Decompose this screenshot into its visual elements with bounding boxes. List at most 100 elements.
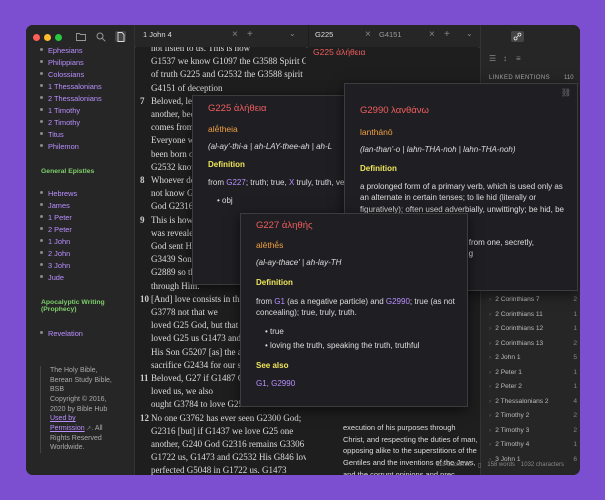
- linked-mentions-count: 110: [564, 75, 574, 81]
- chevron-right-icon[interactable]: ›: [489, 369, 491, 376]
- linked-mention-row[interactable]: › 2 Peter 1 1: [489, 369, 577, 376]
- backlinks-status: 118 backlinks: [436, 462, 472, 468]
- sidebar-item[interactable]: 1 John: [40, 237, 70, 246]
- linked-mention-count: 1: [573, 441, 577, 448]
- chevron-right-icon[interactable]: ›: [489, 412, 491, 419]
- folder-icon[interactable]: [75, 31, 86, 42]
- permission-link[interactable]: Permission: [50, 425, 85, 432]
- chevron-right-icon[interactable]: ›: [489, 354, 491, 361]
- verse-line: G1722 us, G1473 and G2532 His G846 love …: [151, 452, 306, 463]
- chevron-down-icon[interactable]: ⌄: [289, 29, 296, 38]
- verse-line: sacrifice G2434 for our sins.: [151, 359, 254, 370]
- sidebar-item[interactable]: 2 Timothy: [40, 118, 80, 127]
- linked-mention-row[interactable]: › 2 Timothy 4 1: [489, 441, 577, 448]
- chevron-right-icon[interactable]: ›: [489, 427, 491, 434]
- linked-mention-row[interactable]: › 2 Corinthians 13 2: [489, 340, 577, 347]
- sidebar-item[interactable]: 2 Thessalonians: [40, 94, 102, 103]
- popup-definition-label: Definition: [208, 160, 245, 169]
- section-heading-apocalyptic[interactable]: Apocalyptic Writing (Prophecy): [41, 299, 105, 313]
- sidebar-item[interactable]: 3 John: [40, 261, 70, 270]
- collapse-icon[interactable]: ☰: [489, 54, 496, 63]
- chevron-right-icon[interactable]: ›: [489, 383, 491, 390]
- linked-mention-row[interactable]: › 2 Timothy 2 2: [489, 412, 577, 419]
- minimize-window-button[interactable]: [44, 34, 51, 41]
- link-icon[interactable]: [511, 31, 524, 42]
- maximize-window-button[interactable]: [55, 34, 62, 41]
- popup-heading: G227 ἀληθής: [256, 220, 313, 231]
- sidebar-item[interactable]: Titus: [40, 130, 64, 139]
- open-link-icon[interactable]: ⛓: [561, 88, 571, 97]
- sidebar-item[interactable]: 2 John: [40, 249, 70, 258]
- tab-g225[interactable]: G225: [315, 30, 333, 39]
- popup-definition-text: from G1 (as a negative particle) and G29…: [256, 297, 455, 318]
- chevron-right-icon[interactable]: ›: [489, 441, 491, 448]
- close-window-button[interactable]: [33, 34, 40, 41]
- chevron-down-icon[interactable]: ⌄: [466, 29, 473, 38]
- sidebar-item[interactable]: Jude: [40, 273, 64, 282]
- close-icon[interactable]: ×: [232, 29, 238, 40]
- search-icon[interactable]: [95, 31, 106, 42]
- sidebar-item[interactable]: Revelation: [40, 329, 83, 338]
- sidebar-item[interactable]: Colossians: [40, 70, 84, 79]
- footer-line: 2020 by Bible Hub: [50, 405, 108, 413]
- sidebar-item[interactable]: James: [40, 201, 70, 210]
- linked-mention-row[interactable]: › 2 Peter 2 1: [489, 383, 577, 390]
- linked-mention-count: 5: [573, 354, 577, 361]
- linked-mention-count: 6: [573, 455, 577, 463]
- linked-mention-count: 2: [573, 296, 577, 303]
- chevron-right-icon[interactable]: ›: [489, 340, 491, 347]
- link-g2990[interactable]: G2990: [386, 297, 410, 306]
- chevron-right-icon[interactable]: ›: [489, 296, 491, 303]
- note-title: G225 ἀλήθεια: [313, 47, 366, 57]
- sort-icon[interactable]: ↕: [503, 54, 507, 63]
- new-tab-icon[interactable]: +: [444, 29, 450, 40]
- linked-mention-row[interactable]: › 2 Thessalonians 2 4: [489, 398, 577, 405]
- tab-g4151[interactable]: G4151: [379, 30, 402, 39]
- chevron-right-icon[interactable]: ›: [489, 311, 491, 318]
- sidebar-item[interactable]: 1 Peter: [40, 213, 72, 222]
- chevron-right-icon[interactable]: ›: [489, 398, 491, 405]
- linked-mention-row[interactable]: › 2 Corinthians 11 1: [489, 311, 577, 318]
- popup-pronunciation: (al-ay-thace' | ah-lay-TH: [256, 258, 342, 267]
- section-heading-general-epistles[interactable]: General Epistles: [41, 168, 94, 175]
- linked-mention-label: 2 Thessalonians 2: [495, 397, 549, 405]
- popup-transliteration: alēthḗs: [256, 240, 284, 250]
- verse-number: 12: [140, 412, 149, 423]
- hover-popup-g227: G227 ἀληθής alēthḗs (al-ay-thace' | ah-l…: [240, 213, 468, 407]
- linked-mention-count: 1: [573, 383, 577, 390]
- file-explorer-sidebar: Ephesians Philippians Colossians 1 Thess…: [26, 25, 135, 475]
- chevron-right-icon[interactable]: ›: [489, 325, 491, 332]
- sidebar-item[interactable]: 1 Timothy: [40, 106, 80, 115]
- new-tab-icon[interactable]: +: [247, 29, 253, 40]
- used-by-link[interactable]: Used by: [50, 415, 76, 422]
- sidebar-item[interactable]: Ephesians: [40, 46, 83, 55]
- close-icon[interactable]: ×: [429, 29, 435, 40]
- sidebar-item[interactable]: Philemon: [40, 142, 79, 151]
- sidebar-item[interactable]: 2 Peter: [40, 225, 72, 234]
- close-icon[interactable]: ×: [365, 29, 371, 40]
- linked-mention-row[interactable]: › 2 John 1 5: [489, 354, 577, 361]
- verse-number: 8: [140, 175, 145, 185]
- sidebar-item[interactable]: Hebrews: [40, 189, 77, 198]
- see-also-links[interactable]: G1, G2990: [256, 379, 295, 388]
- sidebar-item[interactable]: 1 Thessalonians: [40, 82, 102, 91]
- verse-line: No one G3762 has ever seen G2300 God;: [151, 412, 302, 423]
- verse-line: G1537 we know G1097 the G3588 Spirit G41…: [151, 56, 306, 67]
- linked-mention-row[interactable]: › 2 Corinthians 7 2: [489, 296, 577, 303]
- bookmark-page-icon[interactable]: [115, 31, 126, 42]
- tab-bar-right: G225 × G4151 × + ⌄: [309, 25, 480, 48]
- settings-icon[interactable]: ≡: [516, 54, 521, 63]
- linked-mention-row[interactable]: › 2 Corinthians 12 1: [489, 325, 577, 332]
- link-g1[interactable]: G1: [274, 297, 285, 306]
- verse-line: of truth G225 and G2532 the G3588 spirit: [151, 69, 303, 80]
- linked-mention-count: 2: [573, 412, 577, 419]
- footer-line: . All: [91, 424, 103, 432]
- link-g227[interactable]: G227: [226, 178, 246, 187]
- linked-mention-label: 2 Timothy 2: [495, 412, 530, 419]
- sidebar-item[interactable]: Philippians: [40, 58, 84, 67]
- linked-mention-label: 2 Peter 2: [495, 383, 522, 390]
- tab-1-john-4[interactable]: 1 John 4: [143, 30, 172, 39]
- popup-heading: G2990 λανθάνω: [360, 105, 429, 116]
- footer-line: The Holy Bible,: [50, 367, 98, 374]
- linked-mention-row[interactable]: › 2 Timothy 3 2: [489, 427, 577, 434]
